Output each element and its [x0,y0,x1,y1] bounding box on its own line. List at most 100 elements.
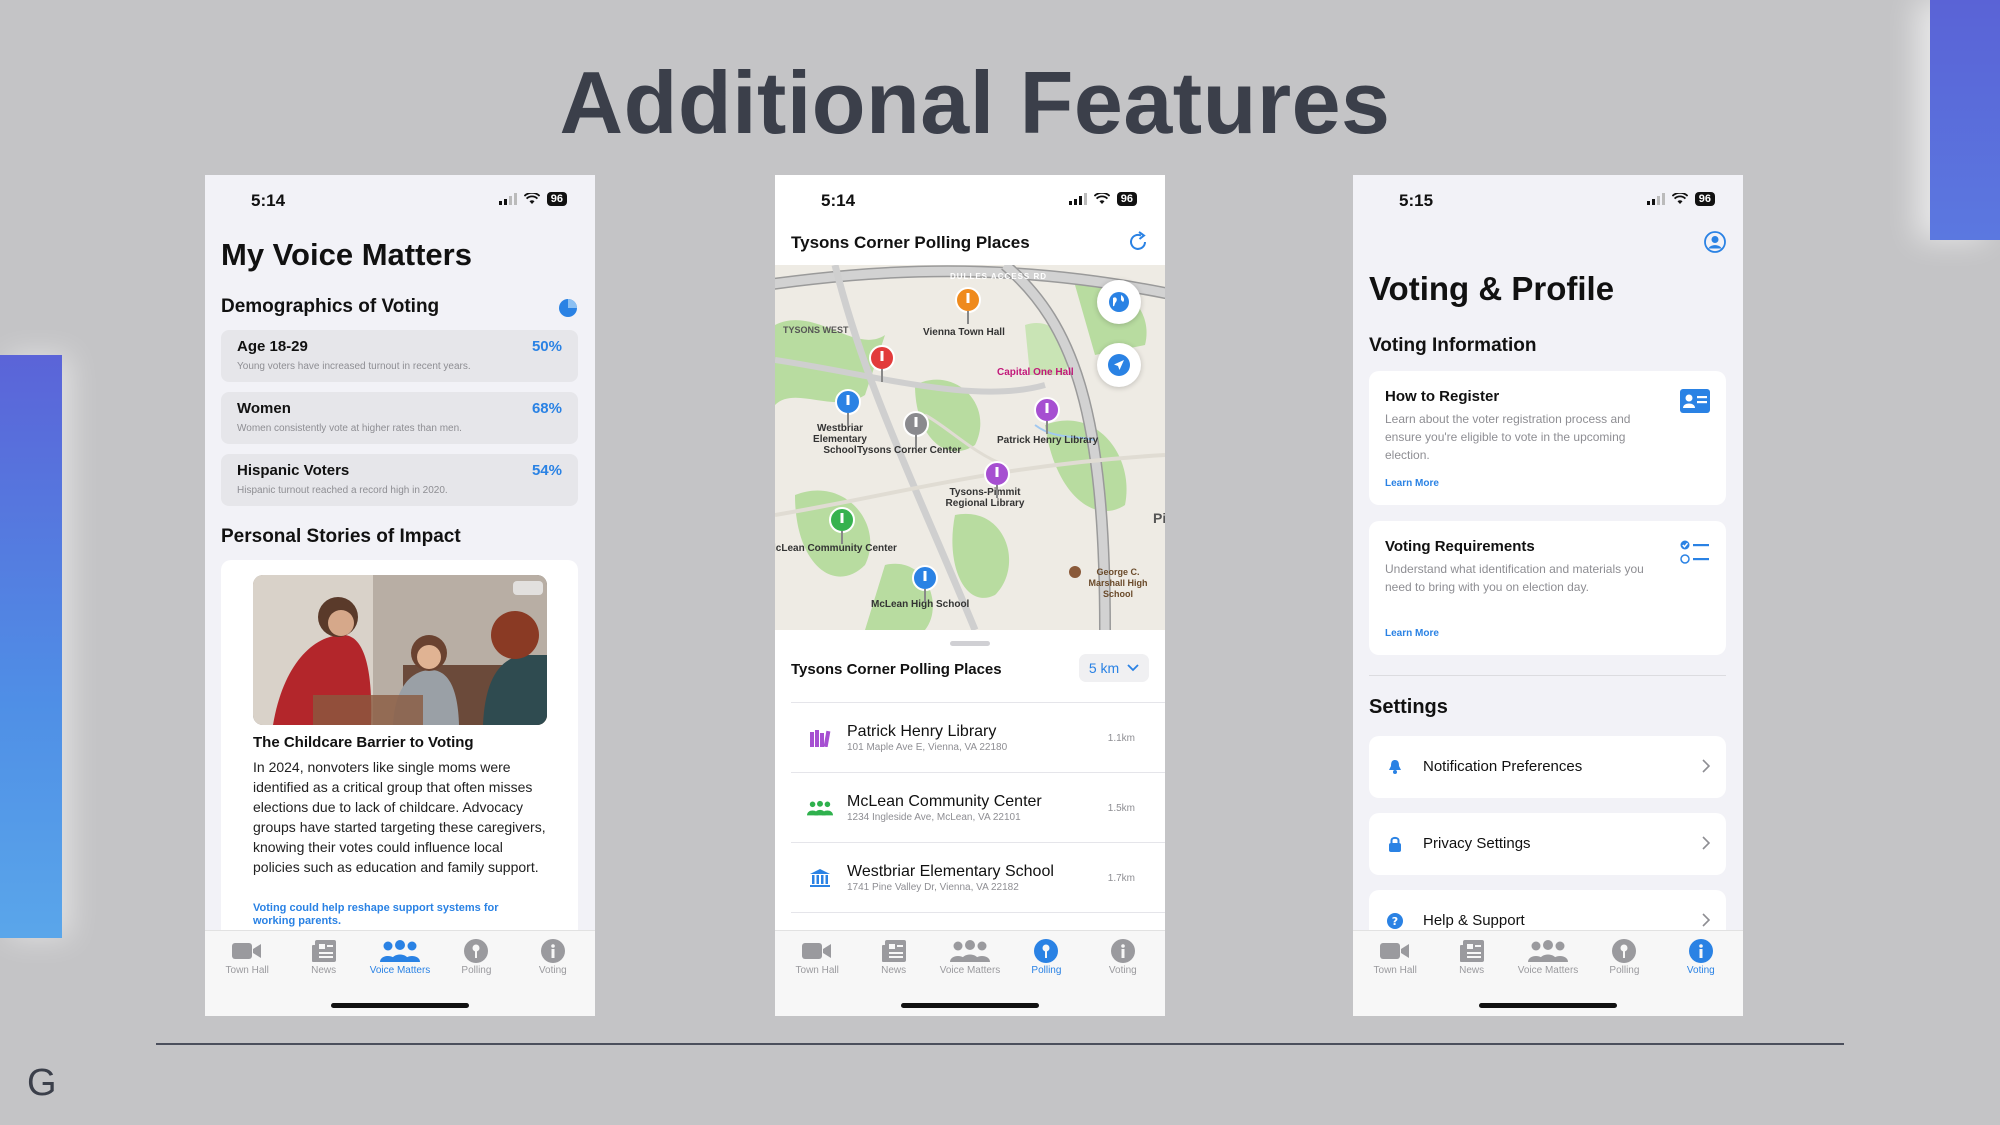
home-indicator [901,1003,1039,1008]
footer-divider [156,1043,1844,1045]
people-icon [950,940,991,962]
setting-label: Privacy Settings [1423,835,1531,852]
tab-label: Voting [1108,965,1137,976]
sheet-handle[interactable] [950,641,990,646]
tab-label: Voting [1686,965,1715,976]
map-pin-red[interactable] [867,345,897,383]
place-name: McLean Community Center [847,793,1042,810]
locate-me-button[interactable] [1097,343,1141,387]
story-headline: The Childcare Barrier to Voting [253,734,474,751]
setting-row-privacy[interactable]: Privacy Settings [1369,813,1726,875]
map-pin-blue[interactable] [833,389,863,427]
refresh-icon[interactable] [1127,231,1149,253]
demographic-note: Women consistently vote at higher rates … [237,423,462,434]
people-icon [1528,940,1569,962]
page-title: My Voice Matters [221,237,472,272]
library-icon [810,730,831,747]
chevron-right-icon [1702,836,1710,850]
stories-heading: Personal Stories of Impact [221,526,461,547]
tab-bar: Town Hall News Voice Matters Polling Vot… [205,930,595,1016]
story-link[interactable]: Voting could help reshape support system… [253,902,523,928]
brand-logo: G [27,1062,57,1104]
tab-label: Polling [461,965,492,976]
polling-map[interactable]: DULLES ACCESS RD TYSONS WEST Vienna Town… [775,265,1165,630]
globe-icon [1109,292,1129,312]
tab-voting[interactable]: Voting [1663,937,1739,1016]
profile-icon[interactable] [1704,231,1726,253]
map-pin-green[interactable] [827,507,857,545]
place-row[interactable]: McLean Community Center 1234 Ingleside A… [791,772,1165,842]
newspaper-icon [881,940,906,962]
home-indicator [331,1003,469,1008]
tab-town-hall[interactable]: Town Hall [779,937,855,1016]
tab-voting[interactable]: Voting [1085,937,1161,1016]
home-indicator [1479,1003,1617,1008]
demographic-percent: 50% [531,338,562,355]
demographic-percent: 54% [531,462,562,479]
battery-indicator: 96 [1116,192,1137,206]
svg-text:?: ? [1392,915,1398,928]
demographic-note: Hispanic turnout reached a record high i… [237,485,448,496]
map-header-title: Tysons Corner Polling Places [791,233,1030,252]
place-address: 1234 Ingleside Ave, McLean, VA 22101 [847,812,1021,823]
status-time: 5:15 [1399,191,1434,210]
sheet-title: Tysons Corner Polling Places [791,661,1002,678]
tab-voting[interactable]: Voting [515,937,591,1016]
place-address: 101 Maple Ave E, Vienna, VA 22180 [847,742,1008,753]
story-body: In 2024, nonvoters like single moms were… [253,759,546,875]
learn-more-link[interactable]: Learn More [1385,478,1439,489]
story-card[interactable]: The Childcare Barrier to Voting In 2024,… [221,560,578,960]
chevron-right-icon [1702,913,1710,927]
demographic-percent: 68% [531,400,562,417]
map-pin-purple[interactable] [982,461,1012,499]
chevron-right-icon [1702,759,1710,773]
tab-label: News [311,965,337,976]
status-time: 5:14 [251,191,286,210]
chevron-down-icon [1127,664,1139,672]
tab-town-hall[interactable]: Town Hall [209,937,285,1016]
map-pin-orange[interactable] [953,287,983,325]
map-pin-purple[interactable] [1032,397,1062,435]
status-bar: 5:15 96 [1353,175,1743,227]
place-row[interactable]: Patrick Henry Library 101 Maple Ave E, V… [791,702,1165,772]
distance-select[interactable]: 5 km [1079,654,1149,682]
pie-chart-icon[interactable] [558,298,578,318]
video-camera-icon [1380,943,1410,959]
signal-icon [1646,193,1665,205]
checklist-icon [1680,540,1709,564]
voting-info-heading: Voting Information [1369,335,1537,356]
info-card-title: How to Register [1385,388,1500,405]
signal-icon [498,193,517,205]
map-pin-blue[interactable] [910,565,940,603]
tab-town-hall[interactable]: Town Hall [1357,937,1433,1016]
info-card[interactable]: Voting Requirements Understand what iden… [1369,521,1726,655]
map-mode-button[interactable] [1097,280,1141,324]
map-label: Capital One Hall [997,367,1074,378]
tab-label: Polling [1031,965,1062,976]
pin-circle-icon [1612,939,1637,963]
tab-label: Voting [538,965,567,976]
demographic-note: Young voters have increased turnout in r… [237,361,471,372]
setting-label: Help & Support [1423,912,1525,929]
tab-label: Town Hall [1373,965,1417,976]
page-title: Voting & Profile [1369,270,1615,307]
tab-label: News [881,965,907,976]
place-row[interactable]: Westbriar Elementary School 1741 Pine Va… [791,842,1165,913]
video-camera-icon [232,943,262,959]
pin-circle-icon [1034,939,1059,963]
learn-more-link[interactable]: Learn More [1385,628,1439,639]
demographic-card: Age 18-29 50% Young voters have increase… [221,330,578,382]
tab-label: News [1459,965,1485,976]
setting-label: Notification Preferences [1423,758,1583,775]
wifi-icon [1093,193,1110,204]
tab-bar: Town Hall News Voice Matters Polling Vot… [775,930,1165,1016]
place-distance: 1.5km [1107,803,1135,814]
setting-row-notifications[interactable]: Notification Preferences [1369,736,1726,798]
map-pin-gray[interactable] [901,411,931,449]
info-card[interactable]: How to Register Learn about the voter re… [1369,371,1726,505]
battery-indicator: 96 [1694,192,1715,206]
demographic-label: Age 18-29 [237,338,308,355]
map-label: DULLES ACCESS RD [950,272,1048,281]
signal-icon [1068,193,1087,205]
info-icon [1688,939,1713,963]
